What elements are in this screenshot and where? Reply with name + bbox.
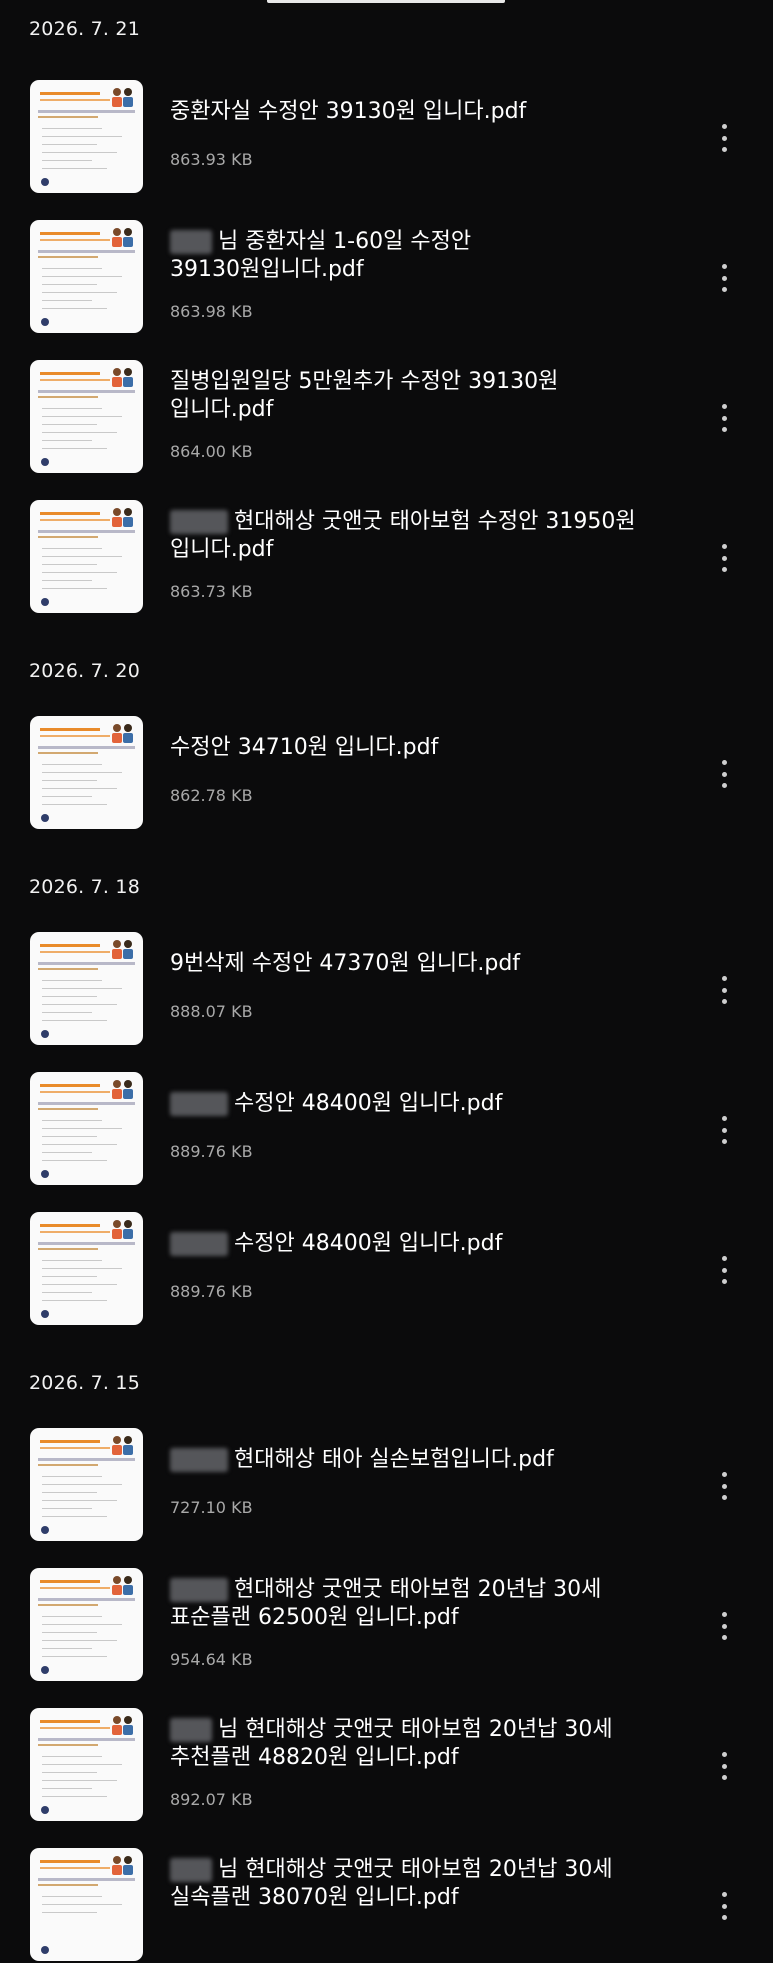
file-row[interactable]: 9번삭제 수정안 47370원 입니다.pdf 888.07 KB	[0, 932, 773, 1047]
more-vertical-icon[interactable]	[712, 1608, 736, 1644]
file-name: 9번삭제 수정안 47370원 입니다.pdf	[170, 951, 521, 976]
pdf-thumbnail-icon	[30, 220, 143, 333]
file-size: 889.76 KB	[170, 1282, 253, 1301]
pdf-thumbnail-icon	[30, 1212, 143, 1325]
file-size: 863.93 KB	[170, 150, 253, 169]
file-name-text: 님 중환자실 1-60일 수정안 39130원입니다.pdf	[170, 229, 472, 282]
pdf-thumbnail-icon	[30, 716, 143, 829]
redacted-name	[170, 1578, 228, 1602]
more-vertical-icon[interactable]	[712, 972, 736, 1008]
file-name-text: 님 현대해상 굿앤굿 태아보험 20년납 30세 추천플랜 48820원 입니다…	[170, 1717, 613, 1770]
file-name: 현대해상 굿앤굿 태아보험 20년납 30세 표순플랜 62500원 입니다.p…	[170, 1576, 690, 1632]
file-row[interactable]: 수정안 48400원 입니다.pdf 889.76 KB	[0, 1212, 773, 1327]
file-name: 님 현대해상 굿앤굿 태아보험 20년납 30세 실속플랜 38070원 입니다…	[170, 1856, 690, 1912]
file-size: 889.76 KB	[170, 1142, 253, 1161]
file-name-text: 수정안 48400원 입니다.pdf	[234, 1091, 503, 1116]
more-vertical-icon[interactable]	[712, 756, 736, 792]
file-name: 현대해상 굿앤굿 태아보험 수정안 31950원 입니다.pdf	[170, 508, 690, 564]
pdf-thumbnail-icon	[30, 500, 143, 613]
file-size: 863.98 KB	[170, 302, 253, 321]
file-name: 수정안 48400원 입니다.pdf	[170, 1230, 690, 1258]
pdf-thumbnail-icon	[30, 360, 143, 473]
pdf-thumbnail-icon	[30, 1568, 143, 1681]
file-name: 수정안 34710원 입니다.pdf	[170, 735, 439, 760]
redacted-name	[170, 1718, 212, 1742]
file-name: 질병입원일당 5만원추가 수정안 39130원 입니다.pdf	[170, 369, 559, 422]
more-vertical-icon[interactable]	[712, 1252, 736, 1288]
pdf-thumbnail-icon	[30, 1708, 143, 1821]
file-row[interactable]: 님 현대해상 굿앤굿 태아보험 20년납 30세 추천플랜 48820원 입니다…	[0, 1708, 773, 1823]
redacted-name	[170, 510, 228, 534]
pdf-thumbnail-icon	[30, 1072, 143, 1185]
pdf-thumbnail-icon	[30, 1848, 143, 1961]
redacted-name	[170, 1092, 228, 1116]
file-row[interactable]: 질병입원일당 5만원추가 수정안 39130원 입니다.pdf 864.00 K…	[0, 360, 773, 475]
more-vertical-icon[interactable]	[712, 1468, 736, 1504]
date-header: 2026. 7. 20	[29, 660, 140, 682]
file-size: 863.73 KB	[170, 582, 253, 601]
file-name: 수정안 48400원 입니다.pdf	[170, 1090, 690, 1118]
file-size: 862.78 KB	[170, 786, 253, 805]
file-size: 727.10 KB	[170, 1498, 253, 1517]
more-vertical-icon[interactable]	[712, 1112, 736, 1148]
file-name-text: 현대해상 굿앤굿 태아보험 수정안 31950원 입니다.pdf	[170, 509, 636, 562]
redacted-name	[170, 230, 212, 254]
file-name-text: 님 현대해상 굿앤굿 태아보험 20년납 30세 실속플랜 38070원 입니다…	[170, 1857, 613, 1910]
more-vertical-icon[interactable]	[712, 120, 736, 156]
more-vertical-icon[interactable]	[712, 400, 736, 436]
redacted-name	[170, 1858, 212, 1882]
file-row[interactable]: 님 중환자실 1-60일 수정안 39130원입니다.pdf 863.98 KB	[0, 220, 773, 335]
pdf-thumbnail-icon	[30, 932, 143, 1045]
file-size: 892.07 KB	[170, 1790, 253, 1809]
file-name-text: 현대해상 굿앤굿 태아보험 20년납 30세 표순플랜 62500원 입니다.p…	[170, 1577, 602, 1630]
file-name-text: 현대해상 태아 실손보험입니다.pdf	[234, 1447, 554, 1472]
redacted-name	[170, 1232, 228, 1256]
file-row[interactable]: 현대해상 태아 실손보험입니다.pdf 727.10 KB	[0, 1428, 773, 1543]
file-row[interactable]: 현대해상 굿앤굿 태아보험 20년납 30세 표순플랜 62500원 입니다.p…	[0, 1568, 773, 1683]
date-header: 2026. 7. 18	[29, 876, 140, 898]
file-name: 현대해상 태아 실손보험입니다.pdf	[170, 1446, 690, 1474]
top-indicator	[267, 0, 505, 3]
more-vertical-icon[interactable]	[712, 260, 736, 296]
pdf-thumbnail-icon	[30, 1428, 143, 1541]
file-name: 님 현대해상 굿앤굿 태아보험 20년납 30세 추천플랜 48820원 입니다…	[170, 1716, 690, 1772]
file-row[interactable]: 수정안 34710원 입니다.pdf 862.78 KB	[0, 716, 773, 831]
file-name: 중환자실 수정안 39130원 입니다.pdf	[170, 99, 527, 124]
pdf-thumbnail-icon	[30, 80, 143, 193]
file-name-text: 수정안 48400원 입니다.pdf	[234, 1231, 503, 1256]
more-vertical-icon[interactable]	[712, 1748, 736, 1784]
more-vertical-icon[interactable]	[712, 1888, 736, 1924]
file-row[interactable]: 중환자실 수정안 39130원 입니다.pdf 863.93 KB	[0, 80, 773, 195]
date-header: 2026. 7. 15	[29, 1372, 140, 1394]
file-row[interactable]: 현대해상 굿앤굿 태아보험 수정안 31950원 입니다.pdf 863.73 …	[0, 500, 773, 615]
file-row[interactable]: 님 현대해상 굿앤굿 태아보험 20년납 30세 실속플랜 38070원 입니다…	[0, 1848, 773, 1963]
redacted-name	[170, 1448, 228, 1472]
file-name: 님 중환자실 1-60일 수정안 39130원입니다.pdf	[170, 228, 690, 284]
date-header: 2026. 7. 21	[29, 18, 140, 40]
file-row[interactable]: 수정안 48400원 입니다.pdf 889.76 KB	[0, 1072, 773, 1187]
file-size: 888.07 KB	[170, 1002, 253, 1021]
file-size: 954.64 KB	[170, 1650, 253, 1669]
file-size: 864.00 KB	[170, 442, 253, 461]
more-vertical-icon[interactable]	[712, 540, 736, 576]
